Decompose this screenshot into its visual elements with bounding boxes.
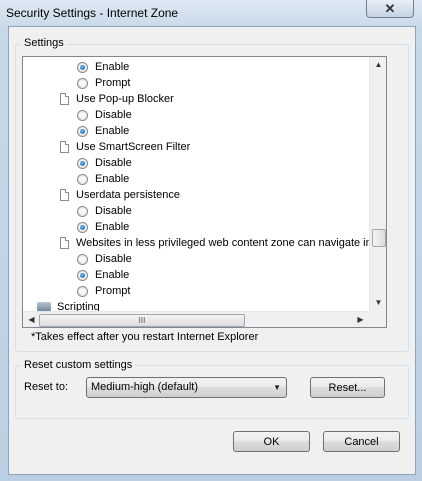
document-icon	[60, 141, 69, 153]
radio-option[interactable]: Enable	[23, 267, 369, 283]
document-icon	[60, 237, 69, 249]
radio-option[interactable]: Disable	[23, 107, 369, 123]
vertical-scroll-thumb[interactable]	[372, 229, 386, 247]
ok-button[interactable]: OK	[233, 431, 310, 452]
radio-checked-icon[interactable]	[77, 62, 88, 73]
scroll-right-icon[interactable]: ▶	[352, 312, 369, 327]
radio-unchecked-icon[interactable]	[77, 110, 88, 121]
setting-header: Use SmartScreen Filter	[23, 139, 369, 155]
reset-level-dropdown[interactable]: Medium-high (default) ▼	[86, 377, 287, 398]
close-button[interactable]: ✕	[366, 0, 414, 18]
setting-category: Scripting	[23, 299, 369, 311]
setting-label: Enable	[95, 269, 130, 281]
radio-option[interactable]: Prompt	[23, 75, 369, 91]
scroll-down-icon[interactable]: ▼	[370, 295, 386, 311]
vertical-scrollbar[interactable]: ▲ ▼	[369, 57, 386, 311]
scrollbar-corner	[369, 311, 386, 327]
setting-header: Use Pop-up Blocker	[23, 91, 369, 107]
radio-option[interactable]: Enable	[23, 171, 369, 187]
horizontal-scrollbar[interactable]: ◀ III ▶	[23, 311, 369, 327]
chevron-down-icon: ▼	[273, 383, 281, 392]
reset-button[interactable]: Reset...	[310, 377, 385, 398]
reset-to-label: Reset to:	[24, 381, 69, 393]
setting-label: Prompt	[95, 285, 131, 297]
setting-label: Enable	[95, 221, 130, 233]
radio-checked-icon[interactable]	[77, 222, 88, 233]
setting-label: Websites in less privileged web content …	[76, 237, 369, 249]
setting-label: Use SmartScreen Filter	[76, 141, 191, 153]
scroll-left-icon[interactable]: ◀	[23, 312, 40, 327]
radio-checked-icon[interactable]	[77, 270, 88, 281]
setting-label: Prompt	[95, 77, 131, 89]
radio-option[interactable]: Prompt	[23, 283, 369, 299]
setting-label: Disable	[95, 109, 132, 121]
restart-note: *Takes effect after you restart Internet…	[31, 331, 259, 343]
reset-group-label: Reset custom settings	[21, 359, 136, 371]
radio-checked-icon[interactable]	[77, 126, 88, 137]
horizontal-scroll-thumb[interactable]: III	[39, 314, 245, 327]
radio-option[interactable]: Disable	[23, 155, 369, 171]
radio-unchecked-icon[interactable]	[77, 254, 88, 265]
settings-listbox[interactable]: Enable Prompt Use Pop-up Blocker Disable Ena…	[22, 56, 387, 328]
document-icon	[60, 93, 69, 105]
setting-header: Websites in less privileged web content …	[23, 235, 369, 251]
reset-level-value: Medium-high (default)	[91, 381, 198, 393]
radio-option[interactable]: Enable	[23, 219, 369, 235]
setting-label: Use Pop-up Blocker	[76, 93, 174, 105]
setting-label: Enable	[95, 125, 130, 137]
radio-option[interactable]: Enable	[23, 59, 369, 75]
setting-label: Disable	[95, 157, 132, 169]
radio-unchecked-icon[interactable]	[77, 206, 88, 217]
setting-label: Scripting	[57, 301, 100, 311]
close-icon: ✕	[384, 0, 396, 16]
settings-group-label: Settings	[21, 37, 67, 49]
setting-label: Enable	[95, 61, 130, 73]
window-title: Security Settings - Internet Zone	[6, 6, 179, 20]
setting-label: Userdata persistence	[76, 189, 180, 201]
radio-option[interactable]: Enable	[23, 123, 369, 139]
title-bar[interactable]: Security Settings - Internet Zone ✕	[0, 0, 422, 26]
radio-option[interactable]: Disable	[23, 251, 369, 267]
radio-unchecked-icon[interactable]	[77, 286, 88, 297]
scroll-up-icon[interactable]: ▲	[370, 57, 386, 73]
setting-header: Userdata persistence	[23, 187, 369, 203]
radio-unchecked-icon[interactable]	[77, 174, 88, 185]
setting-label: Disable	[95, 253, 132, 265]
document-icon	[60, 189, 69, 201]
setting-label: Enable	[95, 173, 130, 185]
radio-unchecked-icon[interactable]	[77, 78, 88, 89]
script-category-icon	[37, 302, 51, 311]
cancel-button[interactable]: Cancel	[323, 431, 400, 452]
setting-label: Disable	[95, 205, 132, 217]
radio-checked-icon[interactable]	[77, 158, 88, 169]
radio-option[interactable]: Disable	[23, 203, 369, 219]
settings-tree[interactable]: Enable Prompt Use Pop-up Blocker Disable Ena…	[23, 57, 369, 311]
security-settings-window: Security Settings - Internet Zone ✕ Sett…	[0, 0, 422, 481]
